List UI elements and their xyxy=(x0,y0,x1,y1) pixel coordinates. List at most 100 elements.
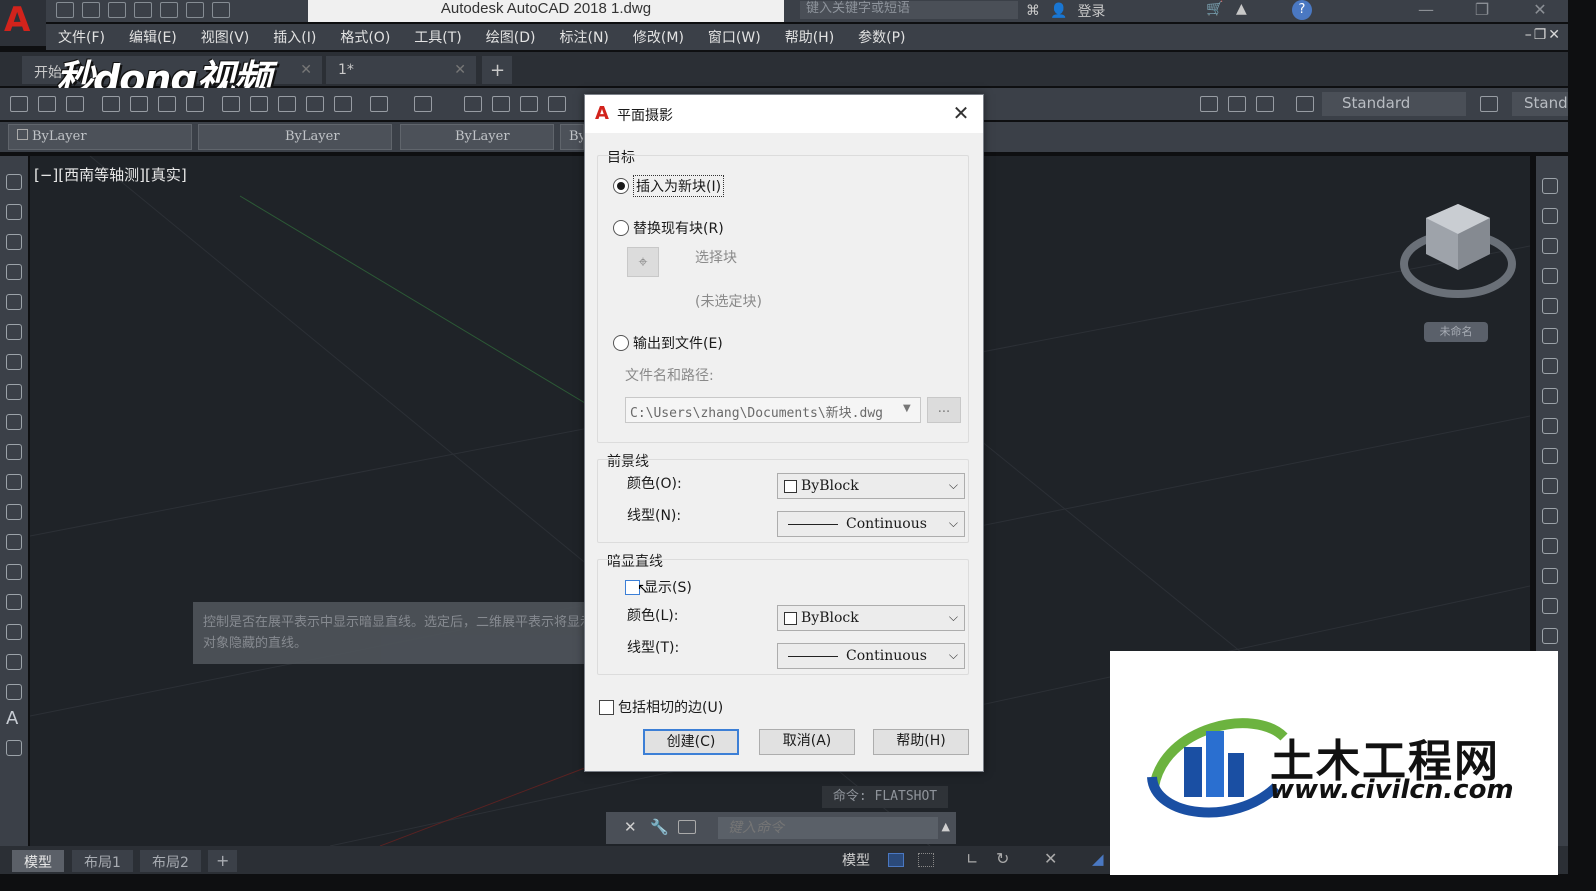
plot-icon[interactable] xyxy=(102,96,120,112)
pan-icon[interactable] xyxy=(464,96,482,112)
close-icon[interactable]: ✕ xyxy=(949,101,973,125)
open-icon[interactable] xyxy=(38,96,56,112)
history-expand-icon[interactable]: ▲ xyxy=(942,820,950,833)
rotate-icon[interactable] xyxy=(1542,358,1558,374)
zoom-realtime-icon[interactable] xyxy=(492,96,510,112)
a360-icon[interactable]: ▲ xyxy=(1236,1,1247,17)
cut-icon[interactable] xyxy=(222,96,240,112)
layer-previous-icon[interactable] xyxy=(1228,96,1246,112)
close-icon[interactable]: ✕ xyxy=(300,62,312,78)
hatch-icon[interactable] xyxy=(6,594,22,610)
trim-icon[interactable] xyxy=(1542,448,1558,464)
prompt-icon[interactable] xyxy=(678,820,696,834)
undo-icon[interactable] xyxy=(186,2,204,18)
search-input[interactable]: 键入关键字或短语 xyxy=(800,1,1018,19)
revcloud-icon[interactable] xyxy=(6,384,22,400)
block-editor-icon[interactable] xyxy=(334,96,352,112)
join-icon[interactable] xyxy=(1542,538,1558,554)
save-as-icon[interactable] xyxy=(134,2,152,18)
point-icon[interactable] xyxy=(6,564,22,580)
save-icon[interactable] xyxy=(66,96,84,112)
command-input[interactable] xyxy=(718,817,938,839)
document-window-controls[interactable]: –❐✕ xyxy=(1525,27,1562,43)
add-layout-button[interactable]: + xyxy=(208,850,238,872)
viewcube-icon[interactable] xyxy=(1400,200,1518,304)
obs-linetype-select[interactable]: Continuous ⌵ xyxy=(777,643,965,669)
print-icon[interactable] xyxy=(160,2,178,18)
insert-new-block-radio[interactable]: 插入为新块(I) xyxy=(613,175,725,197)
obs-color-select[interactable]: ByBlock ⌵ xyxy=(777,605,965,631)
construction-line-icon[interactable] xyxy=(6,204,22,220)
menu-parametric[interactable]: 参数(P) xyxy=(846,27,917,47)
mirror-icon[interactable] xyxy=(1542,238,1558,254)
rectangle-icon[interactable] xyxy=(6,294,22,310)
layer-iso-icon[interactable] xyxy=(1256,96,1274,112)
minimize-icon[interactable]: — xyxy=(1406,0,1446,20)
viewport-controls-label[interactable]: [−][西南等轴测][真实] xyxy=(34,164,187,185)
menu-insert[interactable]: 插入(I) xyxy=(261,27,328,47)
paste-icon[interactable] xyxy=(278,96,296,112)
new-file-icon[interactable] xyxy=(56,2,74,18)
chamfer-icon[interactable] xyxy=(1542,568,1558,584)
login-link[interactable]: 登录 xyxy=(1077,1,1105,21)
add-selected-icon[interactable] xyxy=(6,740,22,756)
circle-icon[interactable] xyxy=(6,354,22,370)
binoculars-icon[interactable]: ⌘ xyxy=(1026,3,1040,19)
erase-icon[interactable] xyxy=(1542,178,1558,194)
extend-icon[interactable] xyxy=(1542,478,1558,494)
explode-icon[interactable] xyxy=(1542,628,1558,644)
ucs-name-badge[interactable]: 未命名 xyxy=(1424,322,1488,342)
grid-icon[interactable] xyxy=(888,853,904,867)
ortho-icon[interactable]: ∟ xyxy=(966,850,979,868)
menu-help[interactable]: 帮助(H) xyxy=(773,27,846,47)
polar-icon[interactable]: ↻ xyxy=(996,849,1009,868)
export-file-radio[interactable]: 输出到文件(E) xyxy=(613,333,723,353)
text-style-select[interactable]: Standard xyxy=(1322,92,1466,116)
fillet-icon[interactable] xyxy=(1542,598,1558,614)
wrench-icon[interactable]: 🔧 xyxy=(650,818,669,836)
include-tangent-checkbox[interactable]: 包括相切的边(U) xyxy=(599,697,723,717)
help-icon[interactable]: ? xyxy=(1292,0,1312,20)
spline-icon[interactable] xyxy=(6,414,22,430)
replace-block-radio[interactable]: 替换现有块(R) xyxy=(613,218,724,238)
undo-icon[interactable] xyxy=(370,96,388,112)
zoom-window-icon[interactable] xyxy=(520,96,538,112)
fg-color-select[interactable]: ByBlock ⌵ xyxy=(777,473,965,499)
scale-icon[interactable] xyxy=(1542,388,1558,404)
ellipse-icon[interactable] xyxy=(6,444,22,460)
redo-icon[interactable] xyxy=(212,2,230,18)
tab-layout1[interactable]: 布局1 xyxy=(72,850,133,872)
close-window-icon[interactable]: ✕ xyxy=(1520,0,1560,20)
table-icon[interactable] xyxy=(6,684,22,700)
tab-layout2[interactable]: 布局2 xyxy=(140,850,201,872)
create-button[interactable]: 创建(C) xyxy=(643,729,739,755)
close-icon[interactable]: ✕ xyxy=(454,62,466,78)
lineweight-control-select[interactable]: ByLayer xyxy=(400,124,554,150)
menu-window[interactable]: 窗口(W) xyxy=(696,27,773,47)
region-icon[interactable] xyxy=(6,654,22,670)
layer-states-icon[interactable] xyxy=(1200,96,1218,112)
menu-file[interactable]: 文件(F) xyxy=(46,27,117,47)
multiline-text-icon[interactable]: A xyxy=(6,708,18,729)
maximize-icon[interactable]: ❐ xyxy=(1462,0,1502,20)
dim-style-select[interactable]: Stand xyxy=(1512,92,1568,116)
osnap-icon[interactable]: ✕ xyxy=(1044,849,1057,868)
close-icon[interactable]: ✕ xyxy=(624,818,637,836)
array-icon[interactable] xyxy=(1542,298,1558,314)
publish-icon[interactable] xyxy=(158,96,176,112)
model-space-toggle[interactable]: 模型 xyxy=(842,850,870,870)
redo-icon[interactable] xyxy=(414,96,432,112)
preview-icon[interactable] xyxy=(130,96,148,112)
copy-object-icon[interactable] xyxy=(1542,208,1558,224)
copy-icon[interactable] xyxy=(250,96,268,112)
ellipse-arc-icon[interactable] xyxy=(6,474,22,490)
arc-icon[interactable] xyxy=(6,324,22,340)
dynamic-ucs-icon[interactable]: ◢ xyxy=(1092,850,1104,868)
menu-format[interactable]: 格式(O) xyxy=(328,27,402,47)
break-icon[interactable] xyxy=(1542,508,1558,524)
new-tab-button[interactable]: + xyxy=(482,56,512,84)
insert-block-icon[interactable] xyxy=(6,504,22,520)
stretch-icon[interactable] xyxy=(1542,418,1558,434)
tab-model[interactable]: 模型 xyxy=(12,850,64,872)
3d-print-icon[interactable] xyxy=(186,96,204,112)
